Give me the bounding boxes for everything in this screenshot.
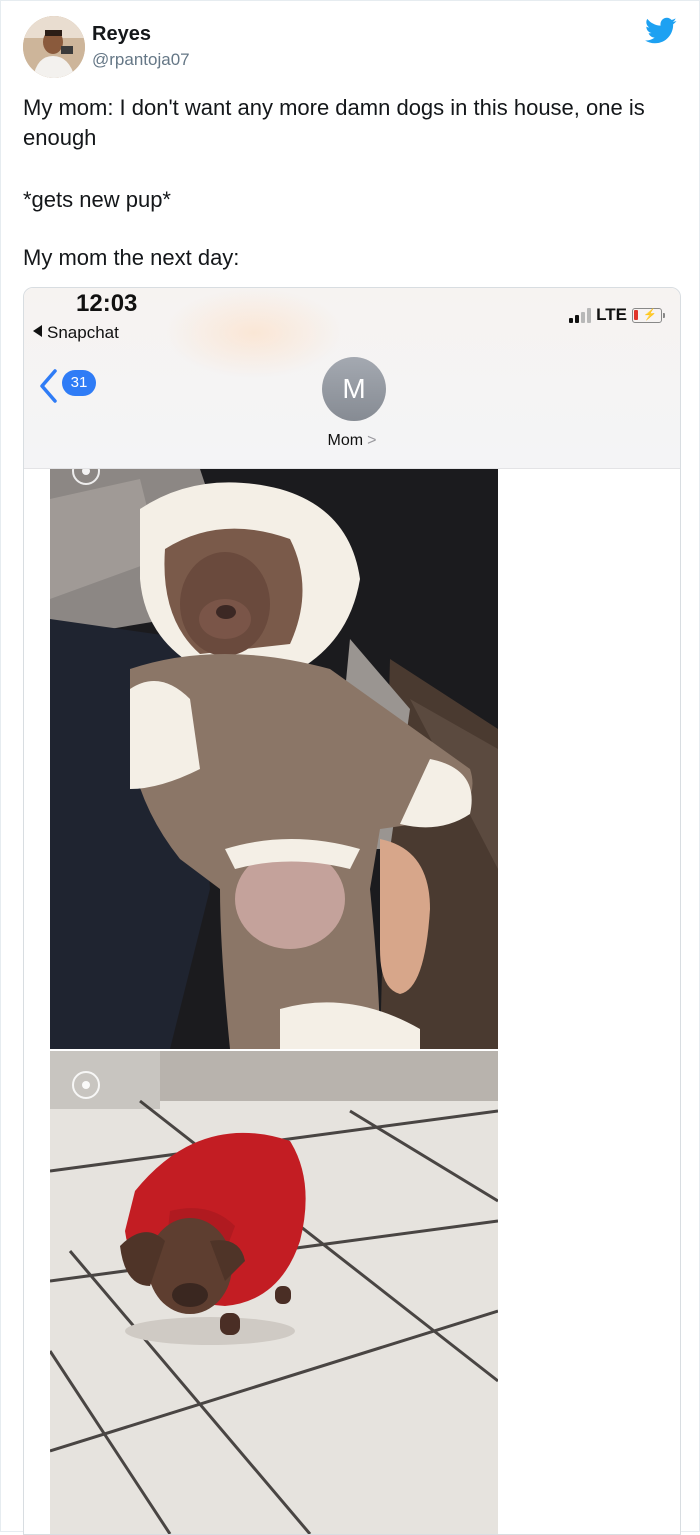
author-name[interactable]: Reyes [92,23,151,46]
back-triangle-icon [33,325,42,337]
back-app-label: Snapchat [47,323,119,342]
tweet-text-line1: My mom: I don't want any more damn dogs … [23,95,645,150]
tweet-card: Reyes @rpantoja07 My mom: I don't want a… [0,0,700,1535]
puppy-red-sweater-image [50,1051,498,1534]
avatar[interactable] [23,16,85,78]
author-handle[interactable]: @rpantoja07 [92,50,190,70]
screen-glow [164,288,344,378]
puppy-fleece-image [50,469,498,1049]
messages-header: 12:03 Snapchat LTE ⚡ 31 M Mom > [24,288,680,469]
twitter-bird-icon[interactable] [645,17,677,45]
signal-bars-icon [569,307,592,323]
contact-name-row[interactable]: Mom > [24,432,680,450]
photo-puppy-in-fleece-suit[interactable] [50,469,498,1049]
status-time: 12:03 [76,290,138,317]
contact-name: Mom [327,432,364,449]
contact-avatar[interactable]: M [322,357,386,421]
attached-screenshot[interactable]: 12:03 Snapchat LTE ⚡ 31 M Mom > [23,287,681,1535]
status-indicators: LTE ⚡ [569,304,665,326]
tweet-text-line2: *gets new pup* [23,187,171,212]
unread-count-badge[interactable]: 31 [62,370,96,396]
network-type: LTE [596,305,627,324]
live-photo-icon[interactable] [72,1071,100,1099]
photo-puppy-in-red-sweater[interactable] [50,1051,498,1534]
back-to-app-link[interactable]: Snapchat [33,323,119,343]
tweet-text-line3: My mom the next day: [23,245,240,270]
chevron-left-icon[interactable] [38,368,58,404]
battery-charging-icon: ⚡ [632,307,665,323]
avatar-image [23,16,85,78]
chevron-right-icon: > [367,432,377,449]
